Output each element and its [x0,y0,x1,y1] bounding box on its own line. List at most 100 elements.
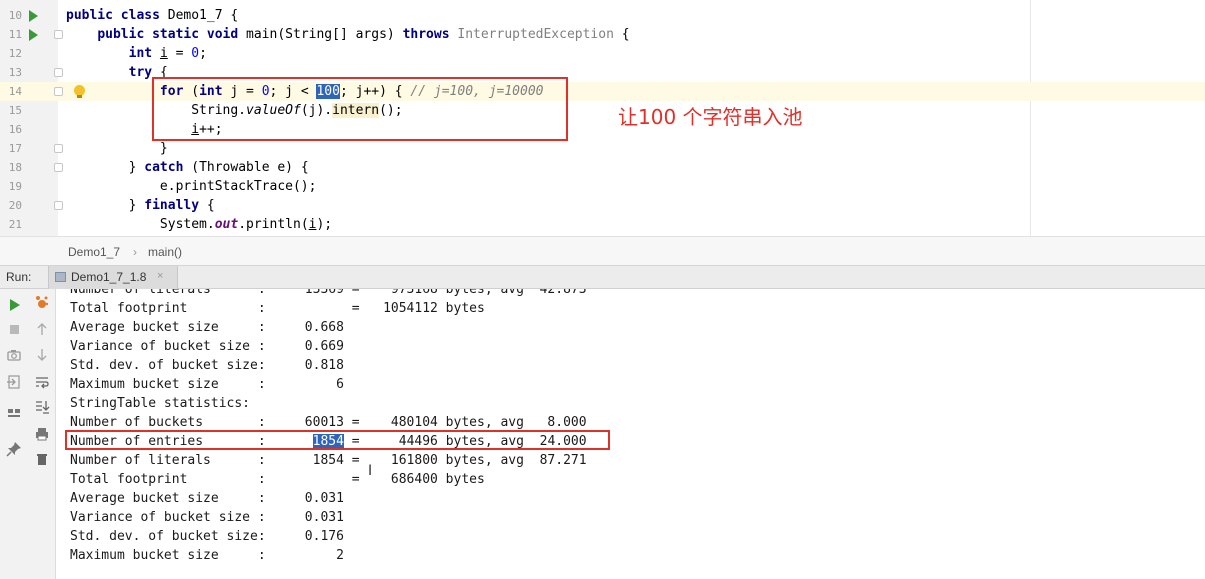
code-line[interactable]: 19 e.printStackTrace(); [0,177,1205,196]
code-text: } catch (Throwable e) { [66,158,309,177]
line-number: 16 [8,123,22,136]
console-line: Total footprint : = 686400 bytes [70,472,485,487]
line-number: 10 [8,9,22,22]
print-icon[interactable] [34,426,50,442]
code-token: } [66,160,145,175]
code-text: int i = 0; [66,44,207,63]
code-text: public static void main(String[] args) t… [66,25,630,44]
down-arrow-icon[interactable] [34,347,50,363]
pin-icon[interactable] [6,441,22,457]
login-icon[interactable] [6,374,22,390]
run-tool-window-header: Run: Demo1_7_1.8 × [0,265,1205,289]
scroll-to-end-icon[interactable] [34,399,50,415]
run-gutter-icon[interactable] [29,10,38,22]
code-token: { [613,27,630,42]
line-number: 18 [8,161,22,174]
line-number: 17 [8,142,22,155]
console-line: Std. dev. of bucket size: 0.818 [70,358,344,373]
text-cursor-icon: I [368,463,373,479]
line-number: 21 [8,218,22,231]
console-line: Variance of bucket size : 0.031 [70,510,344,525]
fold-marker-icon[interactable] [54,201,63,210]
run-gutter-icon[interactable] [29,29,38,41]
code-token: 0 [191,46,200,61]
close-icon[interactable]: × [157,270,163,282]
debug-bug-icon[interactable] [34,295,50,311]
line-number: 20 [8,199,22,212]
line-number: 11 [8,28,22,41]
fold-marker-icon[interactable] [54,30,63,39]
code-text: public class Demo1_7 { [66,6,238,25]
camera-icon[interactable] [6,347,22,363]
annotation-highlight-box [152,77,568,141]
code-line[interactable]: 10 public class Demo1_7 { [0,6,1205,25]
fold-marker-icon[interactable] [54,163,63,172]
run-label: Run: [6,270,32,284]
up-arrow-icon[interactable] [34,321,50,337]
code-token: e.printStackTrace(); [66,179,317,194]
fold-marker-icon[interactable] [54,87,63,96]
console-line: Total footprint : = 1054112 bytes [70,301,485,316]
code-line[interactable]: 20 } finally { [0,196,1205,215]
code-token: throws [402,27,458,42]
code-line[interactable]: 17 } [0,139,1205,158]
code-token: System. [66,217,215,232]
breadcrumb-class[interactable]: Demo1_7 [68,245,120,259]
code-token: out [214,217,239,232]
entries-highlight-box [65,430,610,450]
code-text: System.out.println(i); [66,215,332,234]
breadcrumb-method[interactable]: main() [148,245,182,259]
code-token: = [167,46,192,61]
code-token: InterruptedException [457,27,614,42]
console-line: Number of literals : 13369 = 973168 byte… [70,289,587,297]
code-token: ; [199,46,207,61]
code-line[interactable]: 12 int i = 0; [0,44,1205,63]
layout-icon[interactable] [6,405,22,421]
console-line: Variance of bucket size : 0.669 [70,339,344,354]
console-icon [55,272,66,282]
code-token: } [66,198,145,213]
stop-icon[interactable] [6,321,22,337]
code-token: public class [66,8,168,23]
code-token: i [159,46,168,61]
code-text: } [66,139,168,158]
line-number: 13 [8,66,22,79]
console-line: Maximum bucket size : 2 [70,548,344,563]
code-text: e.printStackTrace(); [66,177,317,196]
console-toolbar [0,289,56,579]
fold-marker-icon[interactable] [54,68,63,77]
code-token: Demo1_7 { [167,8,239,23]
trash-icon[interactable] [34,451,50,467]
breadcrumb: Demo1_7 › main() [0,236,1205,265]
code-line[interactable]: 21 System.out.println(i); [0,215,1205,234]
console-line: Average bucket size : 0.031 [70,491,344,506]
console-line: Maximum bucket size : 6 [70,377,344,392]
code-editor[interactable]: 10 public class Demo1_7 {11 public static… [0,0,1205,236]
breadcrumb-separator: › [133,245,137,259]
run-tab-label: Demo1_7_1.8 [71,270,147,284]
run-tab[interactable]: Demo1_7_1.8 × [48,266,178,289]
line-number: 19 [8,180,22,193]
code-token: ); [316,217,333,232]
console-line: StringTable statistics: [70,396,251,411]
console-line: Average bucket size : 0.668 [70,320,344,335]
run-console[interactable]: Number of literals : 13369 = 973168 byte… [0,289,1205,579]
fold-marker-icon[interactable] [54,144,63,153]
code-token: { [206,198,215,213]
annotation-text: 让100 个字符串入池 [618,105,803,129]
code-line[interactable]: 18 } catch (Throwable e) { [0,158,1205,177]
code-text: } finally { [66,196,215,215]
rerun-icon[interactable] [6,297,22,313]
code-line[interactable]: 11 public static void main(String[] args… [0,25,1205,44]
code-token: finally [144,198,207,213]
soft-wrap-icon[interactable] [34,374,50,390]
code-token: catch [144,160,192,175]
code-token: main(String[] args) [246,27,403,42]
console-line: Std. dev. of bucket size: 0.176 [70,529,344,544]
line-number: 14 [8,85,22,98]
code-token: .println( [238,217,309,232]
